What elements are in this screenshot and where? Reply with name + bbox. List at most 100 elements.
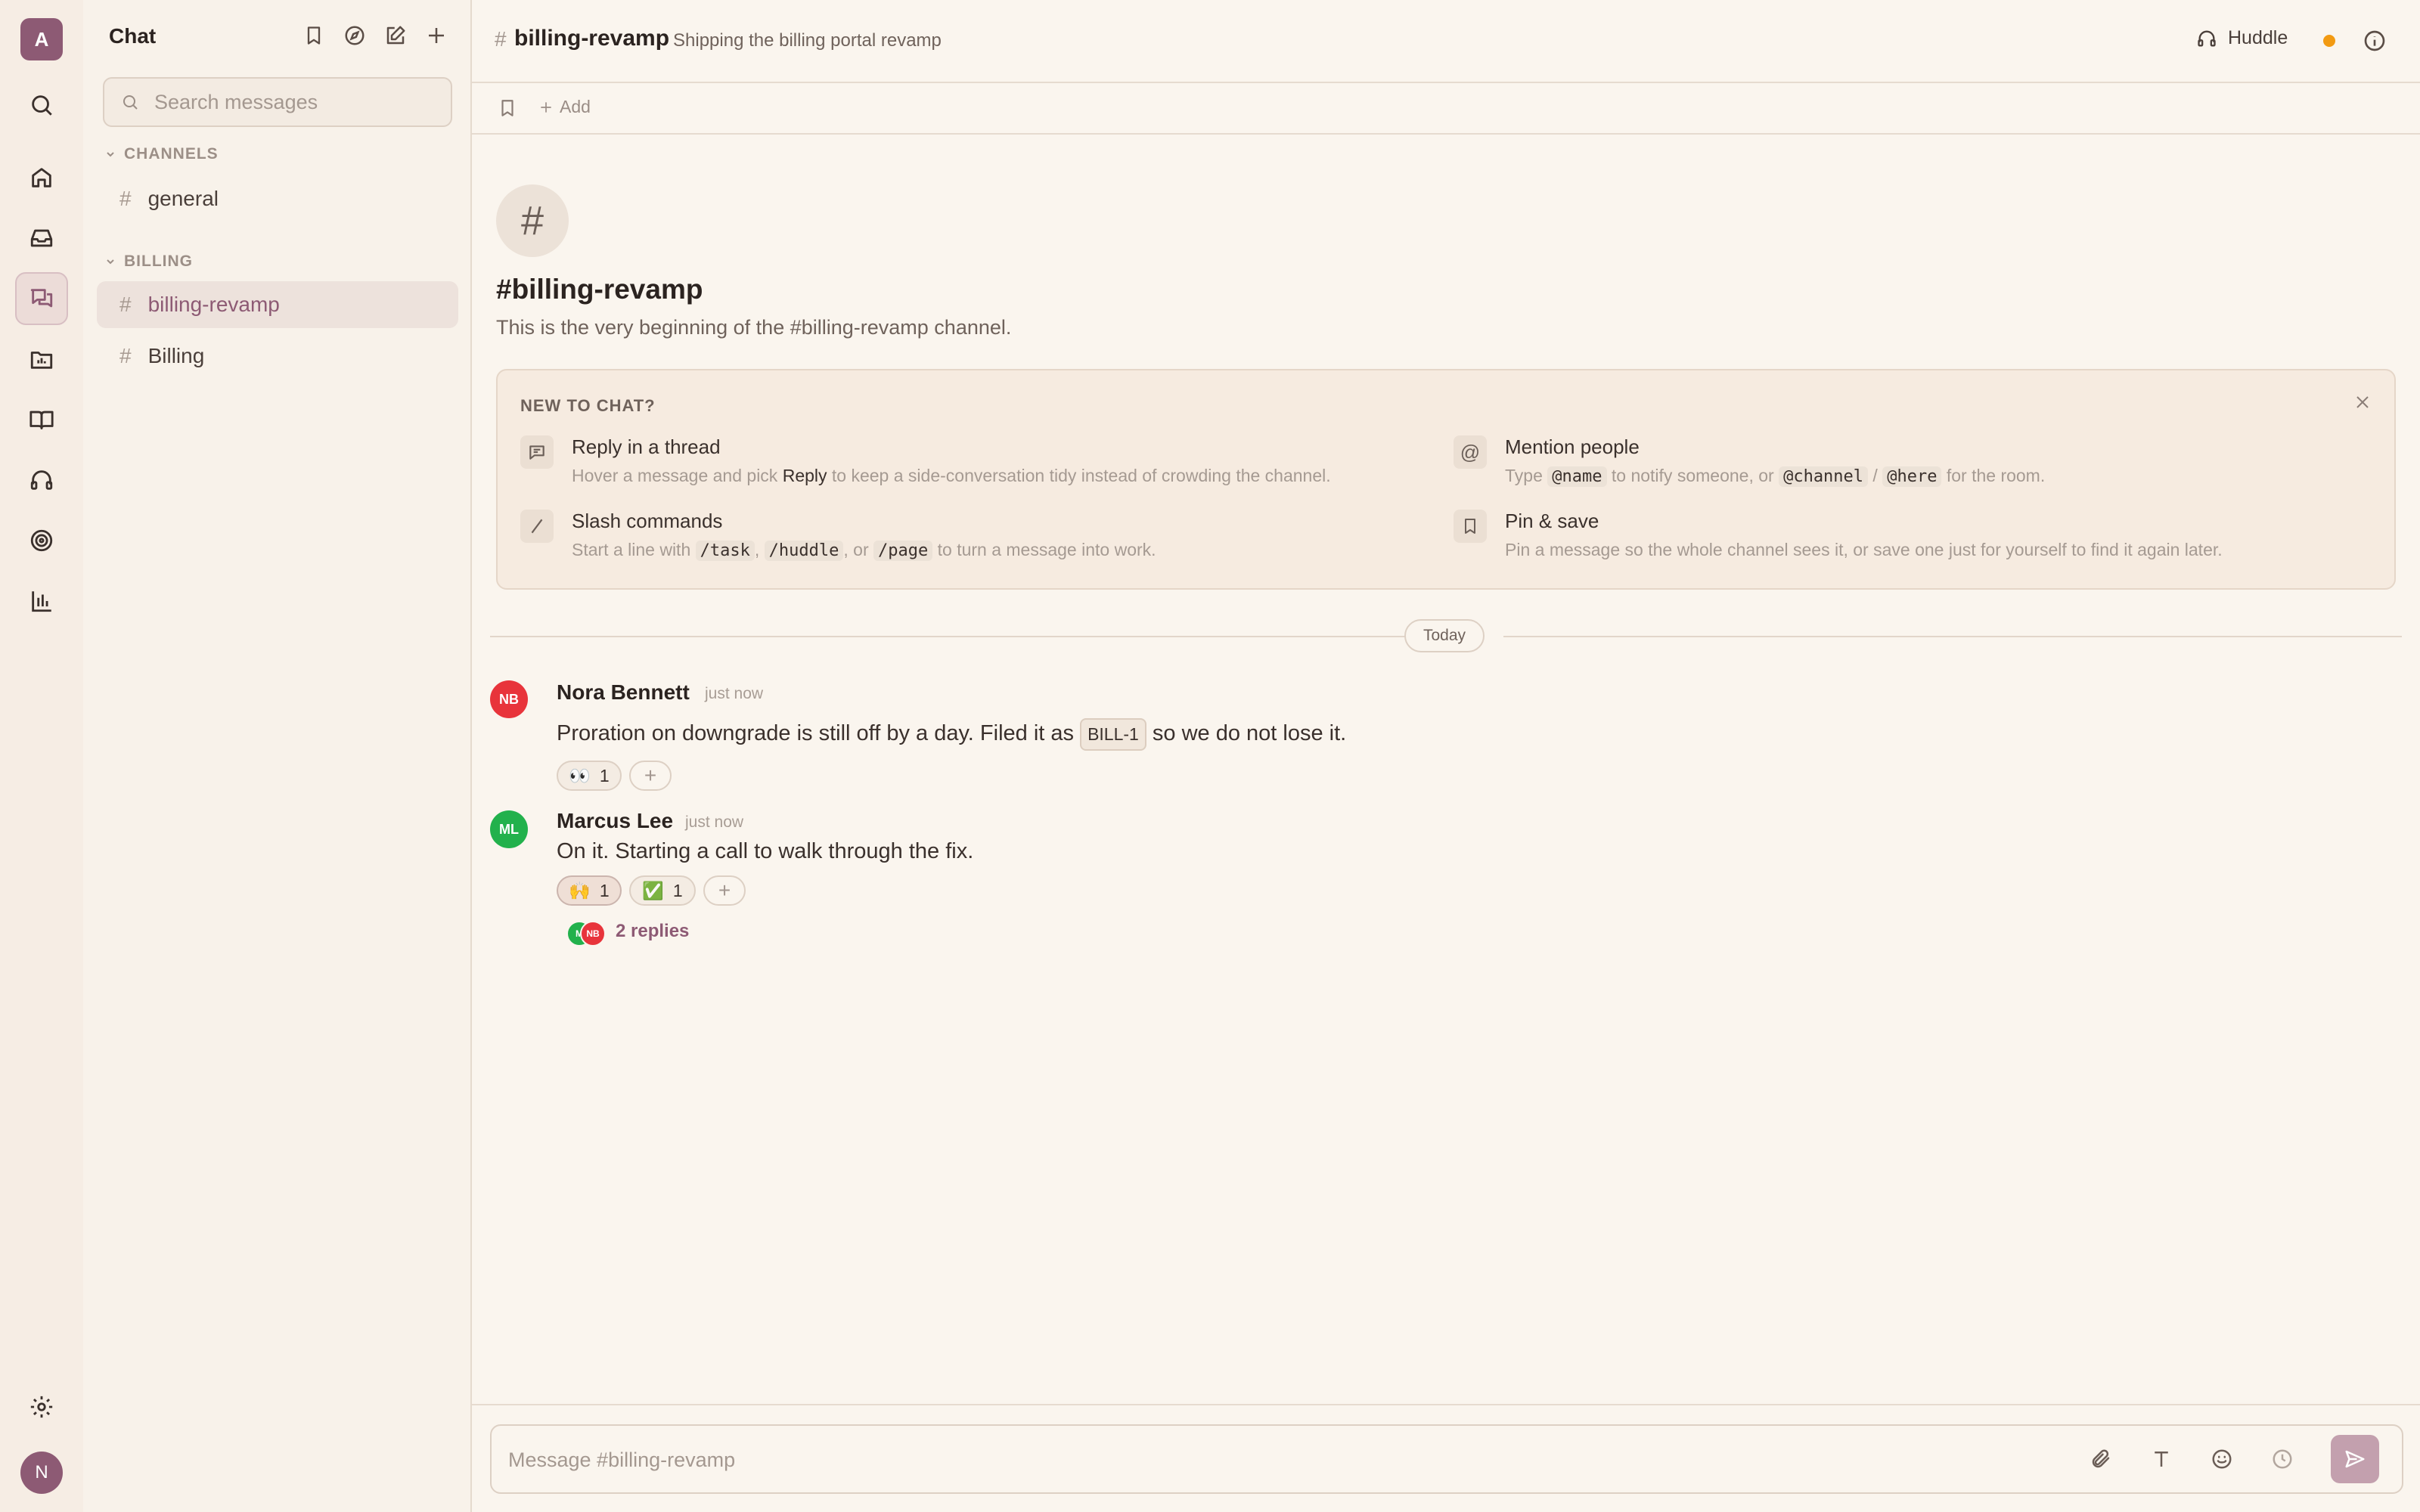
search-icon	[121, 93, 139, 111]
sidebar-actions	[301, 23, 449, 48]
emoji-icon[interactable]	[2207, 1444, 2237, 1474]
slash-icon	[520, 510, 554, 543]
date-divider: Today	[1404, 619, 1485, 652]
channel-general[interactable]: # general	[97, 175, 458, 222]
channel-label: billing-revamp	[147, 293, 280, 316]
avatar[interactable]: NB	[490, 680, 528, 718]
hash-icon: #	[119, 293, 132, 316]
tip-mention-people: @ Mention people Type @name to notify so…	[1454, 435, 2361, 496]
inbox-icon[interactable]	[15, 212, 68, 265]
reaction-raised-hands[interactable]: 🙌 1	[557, 875, 622, 906]
message-author[interactable]: Marcus Lee	[557, 809, 673, 833]
huddle-label: Huddle	[2228, 27, 2288, 48]
plus-icon[interactable]	[424, 23, 449, 48]
section-billing[interactable]: BILLING	[104, 253, 193, 271]
search-icon[interactable]	[15, 79, 68, 132]
text-format-icon[interactable]	[2146, 1444, 2176, 1474]
chat-sidebar: Chat CHANNELS # general BILLING # billin	[83, 0, 472, 1512]
message-author[interactable]: Nora Bennett	[557, 680, 690, 705]
workspace-avatar[interactable]: A	[20, 18, 63, 60]
message-text: On it. Starting a call to walk through t…	[557, 839, 974, 863]
avatar: NB	[580, 921, 606, 947]
user-avatar[interactable]: N	[20, 1452, 63, 1494]
tip-title: Pin & save	[1505, 510, 1599, 532]
add-bookmark-button[interactable]: Add	[538, 97, 591, 117]
reaction-eyes[interactable]: 👀 1	[557, 761, 622, 791]
eyes-emoji: 👀	[569, 765, 591, 785]
section-label: CHANNELS	[124, 145, 219, 163]
avatar[interactable]: ML	[490, 810, 528, 848]
settings-icon[interactable]	[15, 1380, 68, 1433]
info-icon[interactable]	[2363, 29, 2387, 53]
reaction-count: 1	[599, 880, 610, 900]
analytics-icon[interactable]	[15, 575, 68, 627]
message-time: just now	[685, 813, 744, 831]
raised-hands-emoji: 🙌	[569, 880, 591, 900]
search-box	[103, 77, 452, 127]
send-button[interactable]	[2331, 1435, 2379, 1483]
bookmark-icon[interactable]	[498, 98, 517, 118]
divider-line	[1503, 636, 2402, 637]
channel-toolbar: Add	[472, 83, 2420, 135]
chevron-down-icon	[104, 148, 116, 160]
channel-name[interactable]: billing-revamp	[514, 26, 669, 51]
headphones-icon	[2196, 28, 2217, 49]
add-reaction-button[interactable]: +	[703, 875, 746, 906]
send-icon	[2345, 1450, 2365, 1468]
bookmark-icon[interactable]	[301, 23, 327, 48]
composer-divider	[472, 1404, 2420, 1405]
tip-reply-thread: Reply in a thread Hover a message and pi…	[520, 435, 1428, 496]
channel-topic[interactable]: Shipping the billing portal revamp	[673, 30, 942, 51]
paperclip-icon[interactable]	[2086, 1444, 2116, 1474]
chevron-down-icon	[104, 256, 116, 268]
compass-icon[interactable]	[342, 23, 368, 48]
tip-description: Start a line with /task, /huddle, or /pa…	[572, 540, 1156, 561]
tip-description: Type @name to notify someone, or @channe…	[1505, 466, 2046, 487]
thread-icon	[520, 435, 554, 469]
files-icon[interactable]	[15, 333, 68, 386]
huddle-button[interactable]: Huddle	[2196, 27, 2288, 49]
divider-line	[490, 636, 1405, 637]
huddle-icon[interactable]	[15, 454, 68, 507]
chat-icon[interactable]	[15, 272, 68, 325]
hash-icon: #	[119, 187, 132, 210]
channel-label: Billing	[147, 344, 205, 367]
search-input[interactable]	[153, 89, 443, 115]
hash-icon: #	[119, 344, 132, 367]
message-text: Proration on downgrade is still off by a…	[557, 718, 1346, 751]
message-composer	[490, 1424, 2403, 1494]
issue-tag[interactable]: BILL-1	[1080, 718, 1146, 751]
section-label: BILLING	[124, 253, 193, 270]
check-emoji: ✅	[642, 880, 664, 900]
intro-title: #billing-revamp	[496, 274, 703, 305]
compose-icon[interactable]	[383, 23, 408, 48]
close-icon[interactable]	[2353, 393, 2372, 411]
channel-header: # billing-revamp Shipping the billing po…	[472, 0, 2420, 83]
plus-icon	[541, 101, 551, 113]
tip-description: Pin a message so the whole channel sees …	[1505, 540, 2223, 559]
tip-title: Reply in a thread	[572, 435, 721, 458]
message-time: just now	[705, 685, 764, 702]
hash-icon: #	[495, 27, 507, 51]
channel-billing-revamp[interactable]: # billing-revamp	[97, 281, 458, 328]
intro-subtitle: This is the very beginning of the #billi…	[496, 316, 1012, 339]
home-icon[interactable]	[15, 151, 68, 204]
thread-replies-link[interactable]: 2 replies	[616, 921, 689, 942]
at-icon: @	[1454, 435, 1487, 469]
tips-heading: NEW TO CHAT?	[520, 396, 656, 415]
new-to-chat-card: NEW TO CHAT? Reply in a thread Hover a m…	[496, 369, 2396, 590]
channel-billing[interactable]: # Billing	[97, 333, 458, 380]
clock-icon[interactable]	[2267, 1444, 2297, 1474]
channel-hash-icon: #	[496, 184, 569, 257]
message-input[interactable]	[507, 1442, 2022, 1477]
reaction-check[interactable]: ✅ 1	[629, 875, 696, 906]
goals-icon[interactable]	[15, 514, 68, 567]
tip-pin-save: Pin & save Pin a message so the whole ch…	[1454, 510, 2361, 570]
section-channels[interactable]: CHANNELS	[104, 145, 219, 163]
tip-title: Slash commands	[572, 510, 723, 532]
bookmark-icon	[1454, 510, 1487, 543]
channel-view: # billing-revamp Shipping the billing po…	[472, 0, 2420, 1512]
docs-icon[interactable]	[15, 393, 68, 446]
tip-description: Hover a message and pick Reply to keep a…	[572, 466, 1331, 485]
add-reaction-button[interactable]: +	[629, 761, 672, 791]
